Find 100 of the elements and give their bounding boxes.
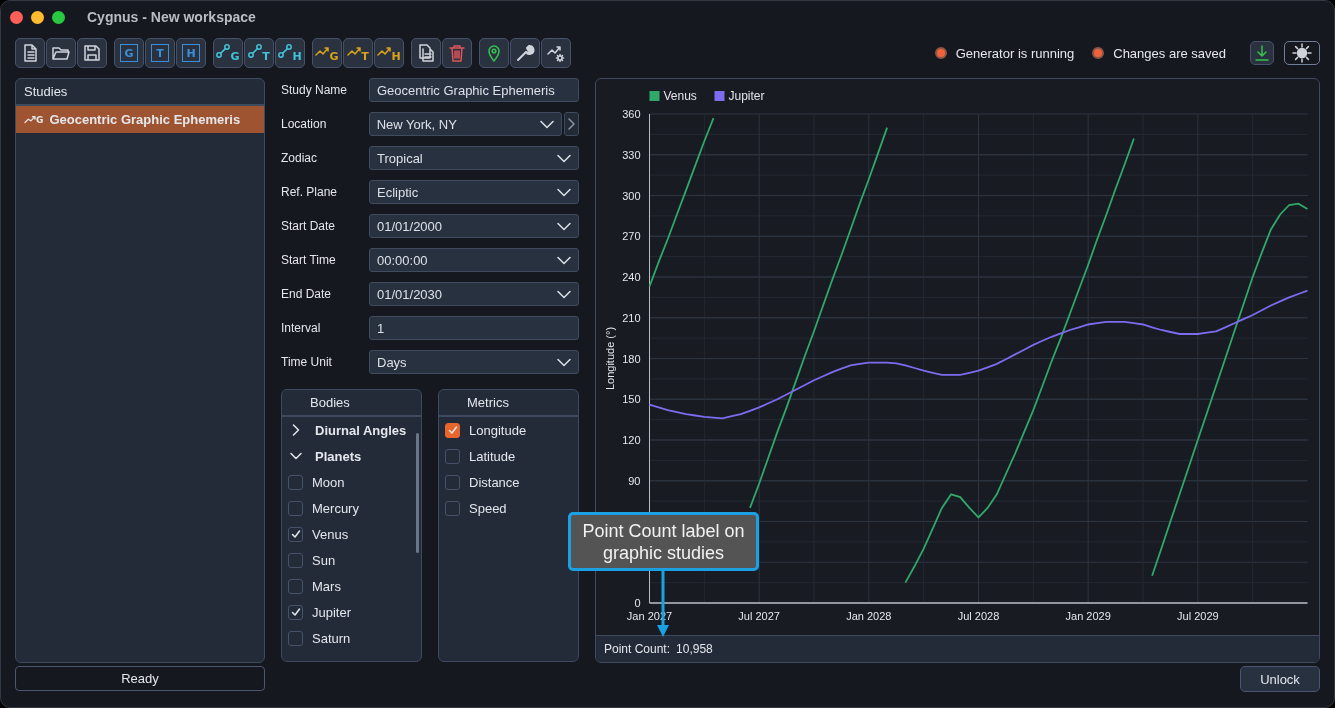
chevron-down-icon: [557, 255, 571, 265]
point-count-value: 10,958: [676, 642, 713, 656]
window-title: Cygnus - New workspace: [87, 9, 256, 25]
toolbar-button[interactable]: [510, 38, 540, 68]
tree-group-label: Diurnal Angles: [315, 422, 407, 438]
toolbar-button[interactable]: T: [145, 38, 175, 68]
unlock-button[interactable]: Unlock: [1240, 666, 1320, 692]
dropdown[interactable]: 00:00:00: [369, 248, 579, 272]
tick-label: Jan 2028: [846, 610, 892, 622]
checkbox-label: Longitude: [469, 422, 527, 438]
checkbox-label: Saturn: [312, 630, 351, 646]
field-label: Location: [281, 116, 328, 131]
toolbar-button[interactable]: [15, 38, 45, 68]
checkbox[interactable]: [288, 604, 303, 620]
scrollbar[interactable]: [416, 433, 419, 553]
tick-label: Jul 2029: [1177, 610, 1219, 622]
node-link-icon: [248, 43, 263, 58]
toolbar-button[interactable]: [541, 38, 571, 68]
field-label: Time Unit: [281, 354, 333, 369]
tick-label: 240: [622, 271, 641, 283]
callout: Point Count label on graphic studies: [568, 512, 759, 571]
field-label: Start Time: [281, 252, 337, 267]
toolbar-button[interactable]: [77, 38, 107, 68]
trend-gear-icon: [546, 43, 566, 63]
tick-label: 360: [622, 108, 641, 120]
checkbox[interactable]: [288, 552, 303, 568]
tree-group-label: Planets: [315, 448, 362, 464]
checkbox[interactable]: [288, 474, 303, 490]
field-label: Ref. Plane: [281, 184, 339, 199]
checkbox[interactable]: [445, 448, 460, 464]
checkbox[interactable]: [445, 422, 460, 438]
toolbar-button[interactable]: H: [374, 38, 404, 68]
dropdown[interactable]: New York, NY: [368, 112, 563, 136]
next-button[interactable]: [564, 112, 579, 136]
theme-button[interactable]: [1284, 41, 1320, 65]
dropdown[interactable]: Tropical: [369, 146, 579, 170]
toolbar-button[interactable]: [46, 38, 76, 68]
toolbar-button[interactable]: G: [312, 38, 342, 68]
download-button[interactable]: [1250, 41, 1274, 65]
dropdown[interactable]: Days: [369, 350, 579, 374]
field-label: End Date: [281, 286, 333, 301]
dropdown[interactable]: 01/01/2030: [369, 282, 579, 306]
field-label: Study Name: [281, 82, 349, 97]
field-label: Interval: [281, 320, 322, 335]
minimize-button[interactable]: [31, 10, 44, 24]
toolbar-button[interactable]: H: [275, 38, 305, 68]
status-label: Generator is running: [955, 45, 1075, 61]
copy-icon: [416, 43, 436, 63]
toolbar-button[interactable]: G: [213, 38, 243, 68]
toolbar-button[interactable]: [479, 38, 509, 68]
tick-label: 210: [622, 311, 641, 324]
dropdown[interactable]: Ecliptic: [369, 180, 579, 204]
tick-label: 330: [622, 148, 641, 161]
tick-label: 120: [622, 434, 641, 446]
field-label: Zodiac: [281, 150, 319, 165]
close-button[interactable]: [10, 10, 23, 24]
node-link-icon: [216, 43, 231, 58]
checkbox[interactable]: [288, 630, 303, 646]
toolbar-button[interactable]: H: [176, 38, 206, 68]
maximize-button[interactable]: [52, 10, 65, 24]
chevron-right-icon: [568, 118, 575, 130]
chevron-down-icon: [557, 187, 571, 197]
legend-label: Venus: [663, 89, 697, 103]
checkbox[interactable]: [288, 500, 303, 516]
tick-label: 270: [622, 230, 641, 243]
dropdown[interactable]: 01/01/2000: [369, 214, 579, 238]
chevron-down-icon: [557, 289, 571, 299]
checkbox[interactable]: [288, 526, 303, 542]
tick-label: Jul 2028: [957, 610, 1000, 622]
status-label: Changes are saved: [1113, 45, 1226, 61]
toolbar-button[interactable]: T: [244, 38, 274, 68]
trash-icon: [447, 43, 467, 63]
panel-header: Bodies: [282, 390, 421, 417]
study-item[interactable]: G Geocentric Graphic Ephemeris: [16, 106, 264, 133]
checkbox-label: Latitude: [469, 448, 516, 464]
checkbox[interactable]: [288, 578, 303, 594]
toolbar-button[interactable]: G: [114, 38, 144, 68]
checkbox-label: Venus: [312, 526, 349, 542]
checkbox-label: Distance: [469, 474, 520, 490]
checkbox[interactable]: [445, 474, 460, 490]
chevron-down-icon: [557, 357, 571, 367]
tick-label: 180: [622, 352, 641, 365]
text-field[interactable]: Geocentric Graphic Ephemeris: [369, 78, 579, 102]
checkbox-label: Mercury: [312, 500, 359, 516]
chevron-down-icon: [557, 221, 571, 231]
status-bar: Ready: [15, 666, 265, 691]
tick-label: 300: [622, 189, 641, 202]
checkbox[interactable]: [445, 500, 460, 516]
tick-label: Jul 2027: [738, 610, 780, 622]
checkbox-label: Mars: [312, 578, 341, 594]
tick-label: 0: [634, 597, 641, 609]
download-icon: [1252, 43, 1272, 63]
checkbox-label: Speed: [469, 500, 507, 516]
checkbox-label: Sun: [312, 552, 336, 568]
field-label: Start Date: [281, 218, 337, 233]
panel-header: Metrics: [439, 390, 578, 417]
tick-label: 150: [622, 393, 641, 406]
toolbar-button[interactable]: [411, 38, 441, 68]
toolbar-button[interactable]: T: [343, 38, 373, 68]
text-field[interactable]: 1: [369, 316, 579, 340]
